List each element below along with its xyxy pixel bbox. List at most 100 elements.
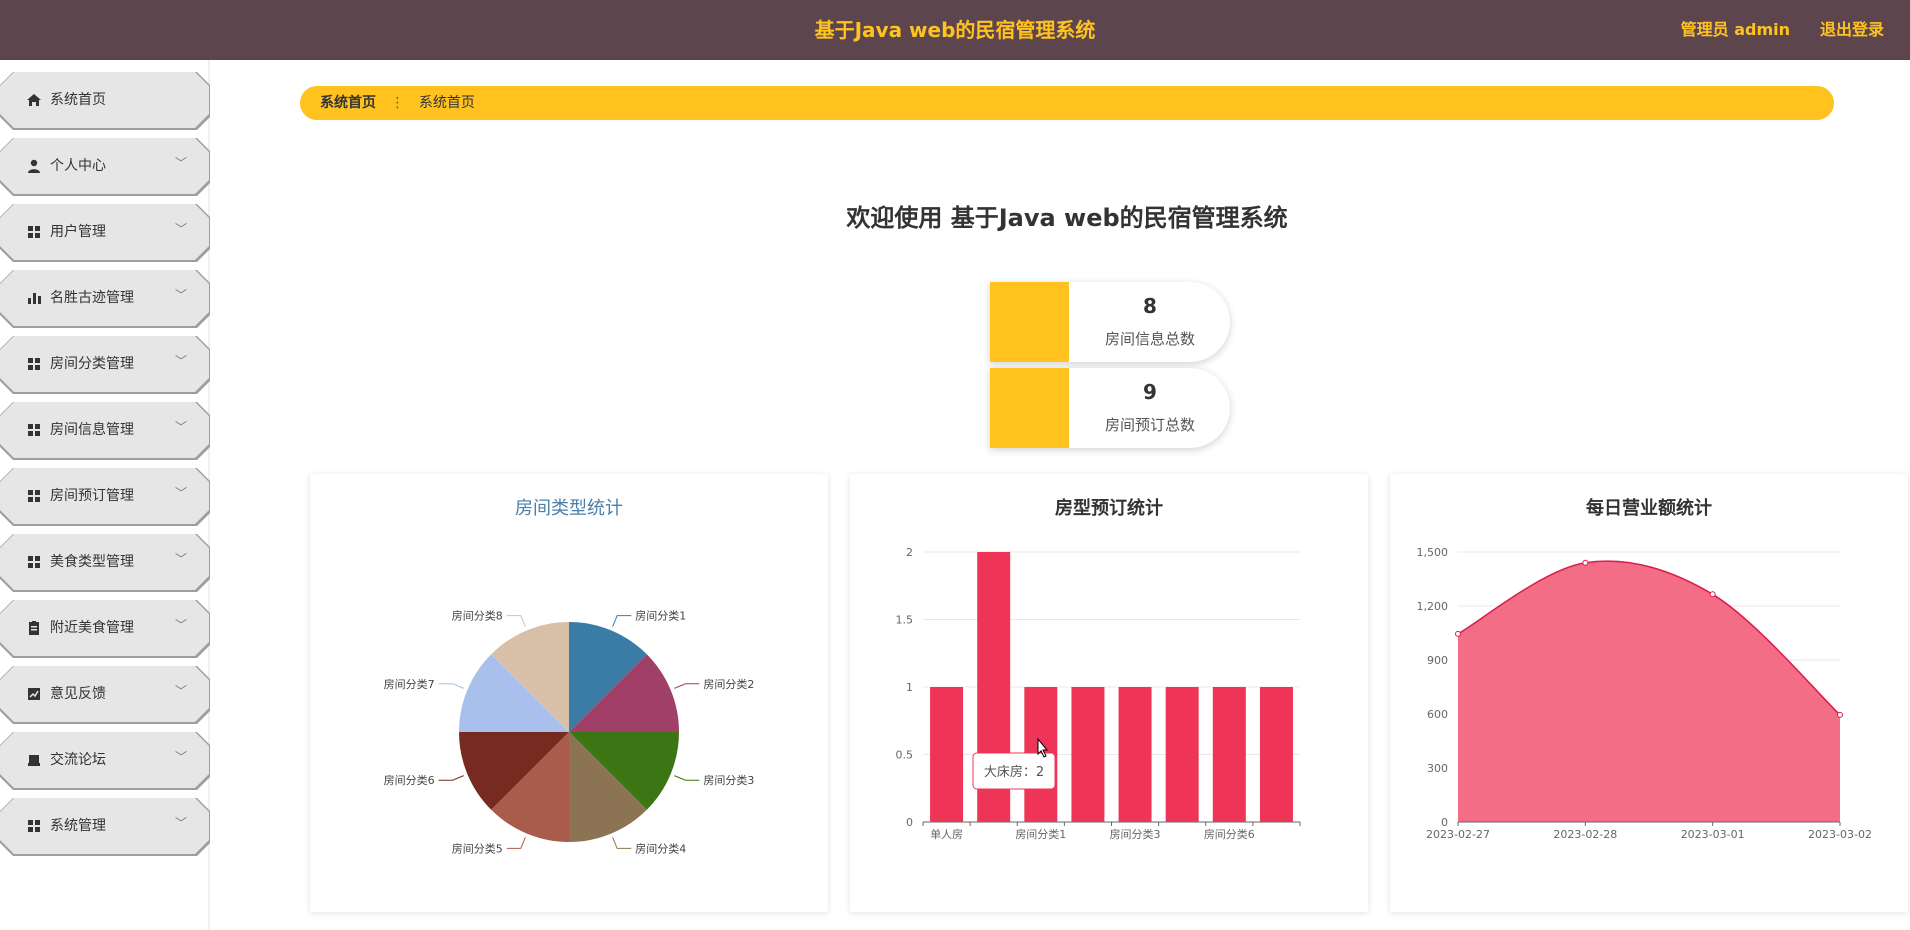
data-point[interactable] [1709, 591, 1716, 598]
x-tick-label: 房间分类1 [1015, 827, 1066, 841]
area-chart-title: 每日营业额统计 [1586, 498, 1712, 519]
bar[interactable] [1165, 687, 1199, 822]
sidebar-item-5[interactable]: 房间分类管理 ﹀ [0, 336, 209, 392]
bar[interactable] [930, 687, 964, 822]
breadcrumb: 系统首页 ⋮ 系统首页 [300, 86, 1834, 120]
chevron-down-icon: ﹀ [174, 222, 187, 236]
bar[interactable] [1118, 687, 1152, 822]
pie-chart: 房间分类1 房间分类2 房间分类3 房间分类4 房间分类5 房间分类6 房间分类7 房间分类8 [384, 609, 755, 856]
bar-chart-card: 0 0.5 1 1.5 2 单人房 房间分类1 房间分类3 房间分类6 大床房：2 房型预订统计 [850, 474, 1368, 912]
y-tick-label: 1.5 [896, 614, 914, 627]
sidebar-item-10[interactable]: 意见反馈 ﹀ [0, 666, 209, 722]
app-title: 基于Java web的民宿管理系统 [814, 18, 1096, 42]
sidebar-item-11[interactable]: 交流论坛 ﹀ [0, 732, 209, 788]
grid-icon [26, 422, 42, 438]
grid-icon [26, 818, 42, 834]
bar[interactable] [1259, 687, 1293, 822]
tooltip-text: 大床房：2 [984, 764, 1044, 780]
sidebar-item-9[interactable]: 附近美食管理 ﹀ [0, 600, 209, 656]
sidebar-item-label: 附近美食管理 [50, 620, 134, 636]
pie-slice-label: 房间分类3 [703, 773, 754, 787]
pie-label-line [506, 615, 526, 627]
bar-chart-title: 房型预订统计 [1055, 498, 1163, 519]
data-point[interactable] [1455, 630, 1461, 637]
x-tick-label: 房间分类6 [1204, 827, 1255, 841]
sidebar-item-label: 房间预订管理 [50, 488, 134, 504]
home-icon [26, 92, 42, 108]
sidebar-item-12[interactable]: 系统管理 ﹀ [0, 798, 209, 854]
pie-slice-label: 房间分类7 [384, 677, 435, 691]
pie-chart-title: 房间类型统计 [515, 498, 623, 519]
x-tick-label: 2023-03-01 [1681, 828, 1745, 841]
grid-icon [26, 224, 42, 240]
chevron-down-icon: ﹀ [174, 156, 187, 170]
sidebar: 系统首页 个人中心 ﹀ 用户管理 ﹀ 名胜古迹管理 ﹀ 房间分类管理 ﹀ 房间信息管理 ﹀ 房间预订管… [0, 60, 210, 930]
chevron-down-icon: ﹀ [174, 750, 187, 764]
y-tick-label: 0.5 [896, 749, 914, 762]
chevron-down-icon: ﹀ [174, 420, 187, 434]
chevron-down-icon: ﹀ [174, 486, 187, 500]
y-tick-label: 900 [1427, 654, 1448, 667]
sidebar-item-8[interactable]: 美食类型管理 ﹀ [0, 534, 209, 590]
pie-label-line [438, 775, 464, 781]
stat-card-room-info: 8 房间信息总数 [990, 282, 1230, 362]
sidebar-item-7[interactable]: 房间预订管理 ﹀ [0, 468, 209, 524]
chevron-down-icon: ﹀ [174, 288, 187, 302]
data-point[interactable] [1837, 711, 1843, 718]
stat-label: 房间预订总数 [1104, 416, 1195, 434]
sidebar-item-label: 名胜古迹管理 [50, 290, 134, 306]
stat-accent-block [990, 282, 1069, 362]
y-tick-label: 1 [906, 681, 913, 694]
sidebar-item-4[interactable]: 名胜古迹管理 ﹀ [0, 270, 209, 326]
sidebar-item-label: 意见反馈 [50, 686, 106, 702]
sidebar-item-label: 系统首页 [50, 92, 106, 108]
sidebar-item-3[interactable]: 用户管理 ﹀ [0, 204, 209, 260]
pie-label-line [674, 775, 700, 781]
breadcrumb-current: 系统首页 [418, 95, 475, 111]
sidebar-item-label: 系统管理 [50, 818, 106, 834]
pie-chart-card: 房间分类1 房间分类2 房间分类3 房间分类4 房间分类5 房间分类6 房间分类7 房间分类8… [310, 474, 828, 912]
x-tick-label: 2023-03-02 [1808, 828, 1872, 841]
pie-slice-label: 房间分类4 [635, 841, 686, 855]
breadcrumb-home[interactable]: 系统首页 [320, 95, 376, 111]
x-tick-label: 单人房 [930, 828, 963, 841]
sidebar-item-1[interactable]: 系统首页 [0, 72, 209, 128]
pie-label-line [674, 683, 700, 689]
breadcrumb-separator: ⋮ [390, 95, 405, 111]
pie-slice-label: 房间分类5 [452, 841, 503, 855]
y-tick-label: 1,200 [1417, 600, 1449, 613]
stat-value: 8 [1143, 294, 1157, 318]
sidebar-item-label: 交流论坛 [50, 752, 106, 768]
sidebar-item-label: 房间分类管理 [50, 356, 134, 372]
pie-slice-label: 房间分类2 [703, 677, 754, 691]
bar[interactable] [1071, 687, 1105, 822]
bar-chart: 0 0.5 1 1.5 2 单人房 房间分类1 房间分类3 房间分类6 大床房：2 [896, 546, 1301, 841]
sidebar-item-2[interactable]: 个人中心 ﹀ [0, 138, 209, 194]
area-chart-card: 0 300 600 900 1,200 1,500 2023-02-27 2023-02-28… [1390, 474, 1908, 912]
sidebar-item-6[interactable]: 房间信息管理 ﹀ [0, 402, 209, 458]
clipboard-icon [26, 620, 42, 636]
logout-button[interactable]: 退出登录 [1820, 0, 1884, 60]
pie-slice-label: 房间分类1 [635, 609, 686, 623]
stat-label: 房间信息总数 [1104, 330, 1195, 348]
chevron-down-icon: ﹀ [174, 552, 187, 566]
pie-label-line [506, 837, 526, 849]
y-tick-label: 0 [906, 816, 913, 829]
y-tick-label: 300 [1427, 762, 1448, 775]
area-chart: 03006009001,2001,5002023-02-27 2023-02-28… [1417, 546, 1872, 841]
pie-label-line [612, 615, 632, 627]
stat-value: 9 [1143, 380, 1157, 404]
sidebar-item-label: 用户管理 [50, 224, 106, 240]
top-bar: 基于Java web的民宿管理系统 管理员 admin 退出登录 [0, 0, 1910, 60]
grid-icon [26, 554, 42, 570]
data-point[interactable] [1582, 559, 1589, 566]
bar[interactable] [1212, 687, 1246, 822]
y-tick-label: 1,500 [1417, 546, 1449, 559]
grid-icon [26, 488, 42, 504]
chart-tooltip: 大床房：2 [972, 752, 1056, 790]
trend-icon [26, 686, 42, 702]
grid-icon [26, 356, 42, 372]
chevron-down-icon: ﹀ [174, 816, 187, 830]
sidebar-item-label: 美食类型管理 [50, 554, 134, 570]
stat-accent-block [990, 368, 1069, 448]
